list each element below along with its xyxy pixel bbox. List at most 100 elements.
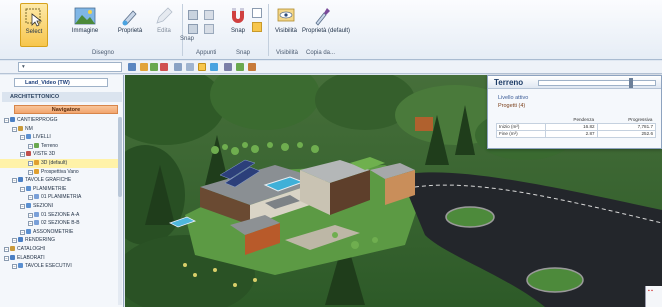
tree-item[interactable]: − 01 SEZIONE A-A [0, 211, 122, 220]
pan-icon[interactable] [140, 63, 148, 71]
expand-icon[interactable]: − [20, 229, 25, 235]
projects-label[interactable]: Progetti (4) [498, 103, 525, 109]
eye-icon [277, 8, 295, 22]
tree-item-label: LIVELLI [33, 134, 51, 141]
image-button[interactable]: Immagine [64, 3, 106, 49]
tree-item-label: PLANIMETRIE [33, 185, 67, 192]
edit-label: Edita [157, 28, 171, 34]
snap-button[interactable]: Snap [226, 3, 250, 49]
tree-item-label: 3D (default) [41, 159, 68, 166]
tree-item-label: 01 PLANIMETRIA [41, 194, 82, 201]
tree-item-label: Prospettiva Vano [41, 168, 79, 175]
expand-icon[interactable]: − [28, 160, 33, 166]
expand-icon[interactable]: − [20, 152, 25, 158]
folder-icon [34, 194, 39, 200]
col-header-progressiva: Progressiva [628, 116, 653, 122]
expand-icon[interactable]: − [20, 186, 25, 192]
group-clipboard-label: Appunti [196, 50, 217, 56]
cell-progressiva[interactable]: 7,781.7 [596, 122, 657, 131]
expand-icon[interactable]: − [12, 178, 17, 184]
tree-item[interactable]: − TAVOLE ESECUTIVI [0, 262, 122, 271]
tree-item[interactable]: − Terreno [0, 142, 122, 151]
navigator-header[interactable]: Navigatore [14, 105, 118, 114]
tree-item-label: VISTE 3D [33, 151, 56, 158]
copy-from-label: Copia da... [306, 50, 336, 56]
ortho-icon[interactable] [252, 22, 262, 32]
tree-item[interactable]: − ELABORATI [0, 254, 122, 263]
grid-icon[interactable] [252, 8, 262, 18]
expand-icon[interactable]: − [4, 118, 9, 123]
view-selector[interactable]: ▾ [18, 62, 122, 72]
terrain-icon[interactable] [236, 63, 244, 71]
expand-icon[interactable]: − [28, 221, 33, 227]
expand-icon[interactable]: − [20, 203, 25, 209]
slider-knob[interactable] [629, 78, 633, 88]
cut-icon[interactable] [204, 10, 214, 20]
expand-icon[interactable]: − [20, 135, 25, 141]
edit-button[interactable]: Edita [150, 3, 178, 49]
scrollbar-thumb[interactable] [118, 117, 122, 197]
tree-item-label: NM [25, 125, 33, 132]
tree-item-label: RENDERING [25, 237, 56, 244]
expand-icon[interactable]: − [28, 169, 33, 175]
expand-icon[interactable]: − [28, 195, 33, 201]
tree-item[interactable]: − PLANIMETRIE [0, 185, 122, 194]
tree-item[interactable]: − SEZIONI [0, 202, 122, 211]
default-properties-button[interactable]: Proprietà (default) [302, 3, 351, 49]
folder-icon [34, 220, 39, 226]
paste-icon[interactable] [188, 24, 198, 34]
tree-item-label: CANTIERPROGG [17, 117, 58, 123]
render-icon[interactable] [160, 63, 168, 71]
section-title[interactable]: ARCHITETTONICO [2, 92, 122, 102]
tree-item[interactable]: − VISTE 3D [0, 150, 122, 159]
tree-item[interactable]: − CATALOGHI [0, 245, 122, 254]
default-properties-label: Proprietà (default) [302, 28, 351, 34]
layers-icon[interactable] [186, 63, 194, 71]
select-button[interactable]: Select [20, 3, 48, 47]
expand-icon[interactable]: − [4, 246, 9, 252]
ribbon-divider [268, 4, 269, 56]
section-icon[interactable] [174, 63, 182, 71]
folder-icon [18, 125, 23, 131]
copy-icon[interactable] [188, 10, 198, 20]
tree-item[interactable]: − LIVELLI [0, 133, 122, 142]
tree-item[interactable]: − RENDERING [0, 236, 122, 245]
terrain-table: Pendenza Progressiva Inizio (m²) 16.82 7… [495, 116, 657, 138]
tree-item[interactable]: − Prospettiva Vano [0, 168, 122, 177]
properties-button[interactable]: Proprietà [112, 3, 148, 49]
orbit-icon[interactable] [150, 63, 158, 71]
material-icon[interactable] [248, 63, 256, 71]
tree-item[interactable]: − CANTIERPROGG [0, 116, 122, 125]
row-label: Inizio (m²) [495, 122, 547, 131]
tree-item[interactable]: − 01 PLANIMETRIA [0, 193, 122, 202]
terrain-slider[interactable] [538, 78, 656, 88]
cell-progressiva[interactable]: 252.6 [596, 129, 657, 138]
cell-pendenza[interactable]: 2.87 [545, 129, 598, 138]
tree-scrollbar[interactable] [118, 117, 122, 305]
zoom-icon[interactable] [128, 63, 136, 71]
tree-item[interactable]: − NM [0, 125, 122, 134]
folder-icon [10, 254, 15, 260]
camera-icon[interactable] [210, 63, 218, 71]
expand-icon[interactable]: − [12, 238, 17, 244]
tree-item[interactable]: − 3D (default) [0, 158, 122, 168]
tree-item[interactable]: − ASSONOMETRIE [0, 228, 122, 237]
expand-icon[interactable]: − [4, 255, 9, 261]
expand-icon[interactable]: − [28, 212, 33, 218]
project-name[interactable]: Land_Video (TW) [14, 78, 108, 87]
sun-icon[interactable] [198, 63, 206, 71]
visibility-button[interactable]: Visibilità [272, 3, 300, 49]
roundabout [445, 206, 495, 228]
walk-icon[interactable] [224, 63, 232, 71]
expand-icon[interactable]: − [28, 143, 33, 149]
delete-icon[interactable] [204, 24, 214, 34]
folder-icon [26, 134, 31, 140]
tree-item[interactable]: − TAVOLE GRAFICHE [0, 176, 122, 185]
expand-icon[interactable]: − [12, 126, 17, 132]
expand-icon[interactable]: − [12, 264, 17, 270]
tree-item[interactable]: − 02 SEZIONE B-B [0, 219, 122, 228]
project-panel: Land_Video (TW) ARCHITETTONICO Navigator… [0, 75, 124, 307]
folder-icon [18, 237, 23, 243]
magnet-icon [232, 8, 244, 23]
cell-pendenza[interactable]: 16.82 [545, 122, 598, 131]
